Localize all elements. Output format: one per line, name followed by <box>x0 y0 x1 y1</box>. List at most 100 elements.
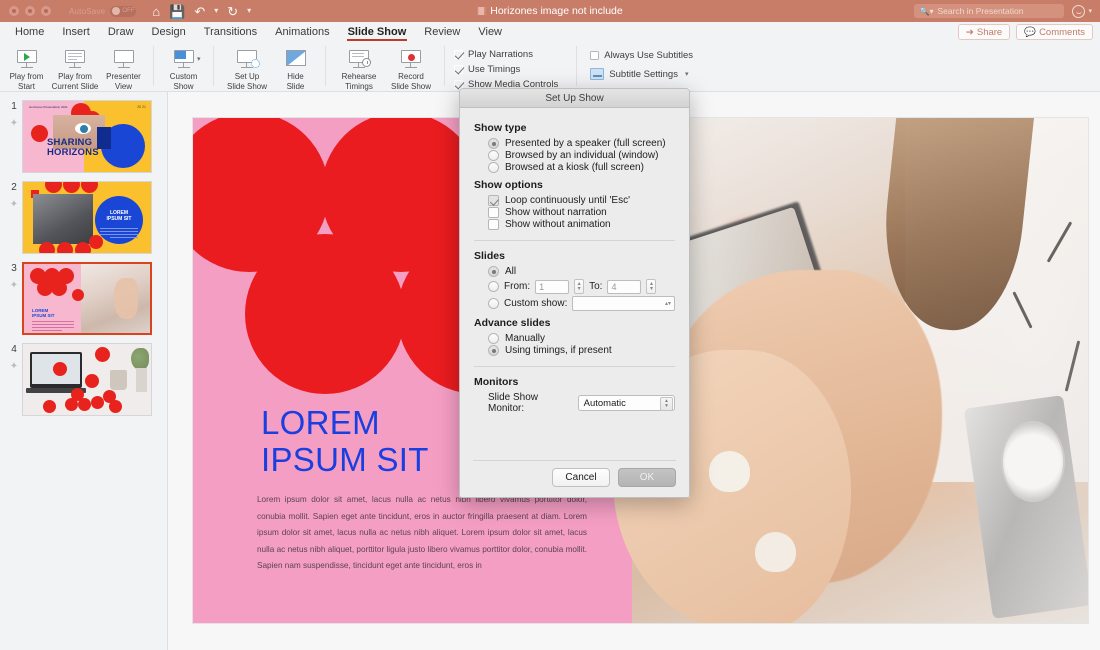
to-stepper[interactable]: ▴ ▾ <box>646 279 657 294</box>
ribbon-group-record: Rehearse Timings Record Slide Show <box>329 42 441 92</box>
tab-home[interactable]: Home <box>6 22 53 42</box>
play-narrations-label: Play Narrations <box>468 49 533 60</box>
thumbnail-slide-3[interactable]: LOREM IPSUM SIT <box>22 262 152 335</box>
tab-slide-show[interactable]: Slide Show <box>339 22 416 42</box>
play-narrations-checkbox[interactable]: Play Narrations <box>454 49 558 60</box>
subtitle-settings-label: Subtitle Settings <box>609 68 678 80</box>
set-up-slide-show-button[interactable]: Set Up Slide Show <box>221 45 273 92</box>
rehearse-label-1: Rehearse <box>341 72 377 81</box>
radio-advance-using-timings[interactable]: Using timings, if present <box>488 345 675 356</box>
ribbon-separator <box>153 46 154 86</box>
radio-advance-manually[interactable]: Manually <box>488 333 675 344</box>
cancel-button[interactable]: Cancel <box>552 468 610 487</box>
tab-transitions[interactable]: Transitions <box>195 22 266 42</box>
dialog-title-text: Set Up Show <box>545 92 604 104</box>
radio-browsed-by-individual[interactable]: Browsed by an individual (window) <box>488 150 675 161</box>
undo-icon[interactable]: ↶ <box>194 5 205 18</box>
checkbox-show-without-animation[interactable]: Show without animation <box>488 219 675 230</box>
minimize-button[interactable] <box>25 6 35 16</box>
checkbox-indicator <box>488 195 499 206</box>
set-up-slide-show-icon <box>234 48 260 70</box>
slide-range-row[interactable]: From: 1 ▴ ▾ To: 4 ▴ ▾ <box>488 279 675 294</box>
play-from-start-label-1: Play from <box>9 72 44 81</box>
checkbox-loop-continuously[interactable]: Loop continuously until 'Esc' <box>488 195 675 206</box>
tab-insert[interactable]: Insert <box>53 22 99 42</box>
checkbox-indicator <box>488 219 499 230</box>
play-from-start-button[interactable]: Play from Start <box>4 45 49 92</box>
slide-title-textbox[interactable]: LOREM IPSUM SIT <box>261 404 429 478</box>
subtitle-settings-button[interactable]: Subtitle Settings ▾ <box>590 68 693 80</box>
set-up-show-dialog[interactable]: Set Up Show Show type Presented by a spe… <box>459 88 690 498</box>
share-button[interactable]: ➔ Share <box>957 24 1011 40</box>
custom-show-button[interactable]: ▾ Custom Show <box>161 45 206 92</box>
from-stepper[interactable]: ▴ ▾ <box>574 279 585 294</box>
custom-show-row[interactable]: Custom show: ▴▾ <box>488 296 675 311</box>
always-use-subtitles-checkbox[interactable]: Always Use Subtitles <box>590 50 693 61</box>
radio-browsed-at-kiosk[interactable]: Browsed at a kiosk (full screen) <box>488 162 675 173</box>
record-slide-show-button[interactable]: Record Slide Show <box>385 45 437 92</box>
window-controls[interactable] <box>9 6 51 16</box>
decor-circle <box>51 280 67 296</box>
divider <box>474 240 675 241</box>
undo-dropdown-icon[interactable]: ▾ <box>214 7 218 15</box>
thumbnail-slide-1[interactable]: Horizones Presentation 2021 20 21 SHARIN… <box>22 100 152 173</box>
checkbox-indicator <box>454 65 463 74</box>
play-from-current-slide-button[interactable]: Play from Current Slide <box>49 45 101 92</box>
rehearse-timings-button[interactable]: Rehearse Timings <box>333 45 385 92</box>
thumbnail-row-4[interactable]: 4 ✦ <box>0 335 167 416</box>
autosave-label: AutoSave <box>69 6 106 16</box>
thumbnail-slide-4[interactable] <box>22 343 152 416</box>
thumbnail-row-2[interactable]: 2 ✦ LOREM IPSUM SIT <box>0 173 167 254</box>
maximize-button[interactable] <box>41 6 51 16</box>
comments-button[interactable]: 💬 Comments <box>1016 24 1093 40</box>
autosave-toggle[interactable]: AutoSave OFF <box>69 5 137 17</box>
account-menu[interactable]: ▾ <box>1072 4 1092 18</box>
tab-animations[interactable]: Animations <box>266 22 338 42</box>
radio-from-range[interactable] <box>488 281 499 292</box>
redo-icon[interactable]: ↻ <box>227 5 238 18</box>
slide-body-textbox[interactable]: Lorem ipsum dolor sit amet, lacus nulla … <box>257 492 587 575</box>
decor-circle <box>31 125 48 142</box>
thumbnail-row-1[interactable]: 1 ✦ Horizones Presentation 2021 20 21 SH… <box>0 92 167 173</box>
ok-button[interactable]: OK <box>618 468 676 487</box>
chevron-down-icon[interactable]: ▾ <box>685 70 689 78</box>
quick-access-toolbar[interactable]: ⌂ 💾 ↶ ▾ ↻ ▾ <box>152 5 251 18</box>
presenter-view-button[interactable]: Presenter View <box>101 45 146 92</box>
customize-qat-icon[interactable]: ▾ <box>247 7 251 15</box>
close-button[interactable] <box>9 6 19 16</box>
use-timings-checkbox[interactable]: Use Timings <box>454 64 558 75</box>
hide-slide-button[interactable]: Hide Slide <box>273 45 318 92</box>
powerpoint-window: AutoSave OFF ⌂ 💾 ↶ ▾ ↻ ▾ Horizones image… <box>0 0 1100 650</box>
tab-draw[interactable]: Draw <box>99 22 143 42</box>
radio-indicator <box>488 345 499 356</box>
decor-circle <box>89 235 103 249</box>
radio-custom-show[interactable] <box>488 298 499 309</box>
slide-decor-circle[interactable] <box>245 234 405 394</box>
home-icon[interactable]: ⌂ <box>152 5 160 18</box>
autosave-switch[interactable]: OFF <box>110 5 137 17</box>
tab-view[interactable]: View <box>469 22 511 42</box>
tab-review[interactable]: Review <box>415 22 469 42</box>
custom-show-label: Custom show: <box>504 298 568 309</box>
checkbox-show-without-narration[interactable]: Show without narration <box>488 207 675 218</box>
chevron-down-icon[interactable]: ▾ <box>197 55 201 63</box>
thumbnail-row-3[interactable]: 3 ✦ LOREM IPSUM SIT <box>0 254 167 335</box>
save-icon[interactable]: 💾 <box>169 5 185 18</box>
from-input[interactable]: 1 <box>535 279 570 294</box>
decor-circle <box>95 347 110 362</box>
slide-thumbnail-pane[interactable]: 1 ✦ Horizones Presentation 2021 20 21 SH… <box>0 92 168 650</box>
radio-presented-by-speaker[interactable]: Presented by a speaker (full screen) <box>488 138 675 149</box>
ribbon-group-setup: Set Up Slide Show Hide Slide <box>217 42 322 92</box>
custom-show-select[interactable]: ▴▾ <box>572 296 675 311</box>
advance-slides-heading: Advance slides <box>474 317 551 329</box>
tab-design[interactable]: Design <box>143 22 195 42</box>
dialog-footer: Cancel OK <box>552 468 676 487</box>
ribbon-separator <box>325 46 326 86</box>
radio-all-slides[interactable]: All <box>488 266 675 277</box>
thumbnail-slide-2[interactable]: LOREM IPSUM SIT <box>22 181 152 254</box>
to-input[interactable]: 4 <box>607 279 642 294</box>
search-input[interactable]: 🔍▾ Search in Presentation <box>914 4 1065 18</box>
slide-photo-panel <box>611 118 1088 623</box>
stepper-arrows-icon: ▴▾ <box>664 301 671 307</box>
slide-show-monitor-select[interactable]: Automatic ▴ ▾ <box>577 395 675 411</box>
